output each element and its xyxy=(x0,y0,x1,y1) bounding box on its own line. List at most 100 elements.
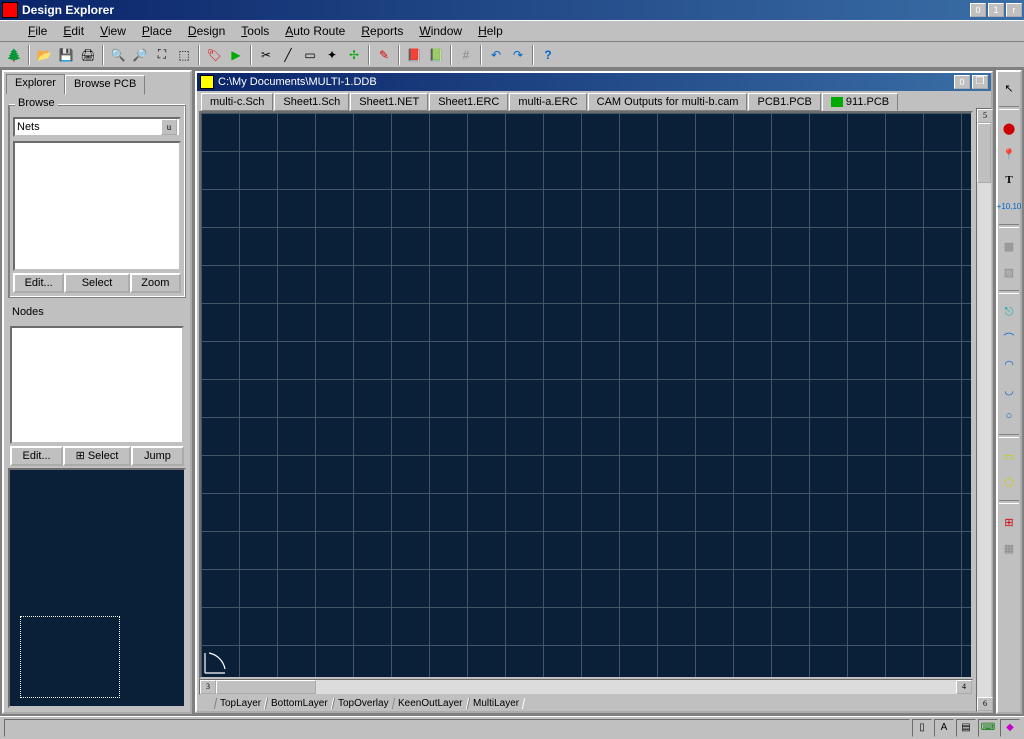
menu-window[interactable]: Window xyxy=(411,22,470,40)
toolbar-separator xyxy=(398,45,400,65)
scroll-left-icon[interactable]: 3 xyxy=(200,680,216,694)
menu-tools[interactable]: Tools xyxy=(233,22,277,40)
jump-button[interactable]: Jump xyxy=(131,446,184,466)
arc-edge-tool-icon[interactable]: ◠ xyxy=(999,354,1019,374)
menu-view[interactable]: View xyxy=(92,22,134,40)
zoom-area-icon[interactable]: ⬚ xyxy=(174,45,194,65)
rectangle-tool-icon[interactable]: ▭ xyxy=(999,446,1019,466)
edit2-button[interactable]: Edit... xyxy=(10,446,63,466)
v-scroll-track[interactable] xyxy=(977,123,991,697)
toolbar-separator xyxy=(198,45,200,65)
tab-sheet1-net[interactable]: Sheet1.NET xyxy=(350,93,428,111)
dropdown-arrow-icon[interactable] xyxy=(161,119,177,135)
tab-multi-a-erc[interactable]: multi-a.ERC xyxy=(509,93,586,111)
save-icon[interactable]: 💾 xyxy=(56,45,76,65)
room-tool-icon[interactable]: ▦ xyxy=(999,538,1019,558)
v-scroll-thumb[interactable] xyxy=(977,123,991,183)
scroll-right-icon[interactable]: 4 xyxy=(956,680,972,694)
status-cell-1[interactable]: ▯ xyxy=(912,719,932,737)
deselect-icon[interactable]: ✦ xyxy=(322,45,342,65)
layer-top[interactable]: TopLayer xyxy=(214,698,267,709)
menu-help[interactable]: Help xyxy=(470,22,511,40)
layer-topoverlay[interactable]: TopOverlay xyxy=(332,698,395,709)
undo-icon[interactable]: ↶ xyxy=(486,45,506,65)
array-tool-icon[interactable]: ⊞ xyxy=(999,512,1019,532)
print-icon[interactable]: 🖨 xyxy=(78,45,98,65)
move-icon[interactable]: ✢ xyxy=(344,45,364,65)
menu-reports[interactable]: Reports xyxy=(353,22,411,40)
nodes-listbox[interactable] xyxy=(10,326,184,444)
tab-911-pcb[interactable]: 911.PCB xyxy=(822,93,898,111)
book1-icon[interactable]: 📕 xyxy=(404,45,424,65)
menu-autoroute[interactable]: Auto Route xyxy=(277,22,353,40)
h-scroll-track[interactable] xyxy=(216,680,956,694)
polygon-tool-icon[interactable]: ⬠ xyxy=(999,472,1019,492)
layer-bottom[interactable]: BottomLayer xyxy=(265,698,334,709)
status-cell-5[interactable]: ◆ xyxy=(1000,719,1020,737)
arc-center-tool-icon[interactable]: ⌒ xyxy=(999,328,1019,348)
text-tool-icon[interactable]: T xyxy=(999,170,1019,190)
tab-multi-c[interactable]: multi-c.Sch xyxy=(201,93,273,111)
h-scrollbar[interactable]: 3 4 xyxy=(199,679,973,695)
tab-sheet1-sch[interactable]: Sheet1.Sch xyxy=(274,93,349,111)
doc-restore-button[interactable]: ❐ xyxy=(972,75,988,89)
minimize-button[interactable] xyxy=(970,3,986,17)
open-icon[interactable]: 📂 xyxy=(34,45,54,65)
dimension-tool-icon[interactable]: +10,10 xyxy=(999,196,1019,216)
cursor-tool-icon[interactable]: ↖ xyxy=(999,78,1019,98)
pad-tool-icon[interactable]: 📍 xyxy=(999,144,1019,164)
nets-listbox[interactable] xyxy=(13,141,181,271)
scroll-down-icon[interactable]: 6 xyxy=(977,697,993,711)
tree-icon[interactable]: 🌲 xyxy=(4,45,24,65)
minimap[interactable] xyxy=(8,468,186,708)
grid-icon[interactable]: # xyxy=(456,45,476,65)
status-cell-3[interactable]: ▤ xyxy=(956,719,976,737)
browse-type-select[interactable]: Nets xyxy=(13,117,181,137)
scroll-up-icon[interactable]: 5 xyxy=(977,109,993,123)
menu-edit[interactable]: Edit xyxy=(55,22,92,40)
close-button[interactable] xyxy=(1006,3,1022,17)
doc-minimize-button[interactable] xyxy=(954,75,970,89)
menu-place[interactable]: Place xyxy=(134,22,180,40)
zoom-button[interactable]: Zoom xyxy=(130,273,181,293)
drc-icon[interactable]: ✎ xyxy=(374,45,394,65)
toolbar-separator xyxy=(480,45,482,65)
h-scroll-thumb[interactable] xyxy=(216,680,316,694)
select2-button[interactable]: ⊞ Select xyxy=(63,446,131,466)
layer-multi[interactable]: MultiLayer xyxy=(467,698,525,709)
layer-keepout[interactable]: KeenOutLayer xyxy=(392,698,469,709)
full-circle-tool-icon[interactable]: ○ xyxy=(999,406,1019,426)
zoom-out-icon[interactable]: 🔎 xyxy=(130,45,150,65)
via-tool-icon[interactable]: ⬤ xyxy=(999,118,1019,138)
maximize-button[interactable] xyxy=(988,3,1004,17)
select-button[interactable]: Select xyxy=(64,273,129,293)
tab-sheet1-erc[interactable]: Sheet1.ERC xyxy=(429,93,508,111)
pcb-canvas[interactable] xyxy=(201,113,971,677)
browse-group-label: Browse xyxy=(15,97,58,109)
arc-any-tool-icon[interactable]: ◡ xyxy=(999,380,1019,400)
menu-file[interactable]: File xyxy=(20,22,55,40)
tab-browse-pcb[interactable]: Browse PCB xyxy=(65,75,145,95)
cut-icon[interactable]: ✂ xyxy=(256,45,276,65)
doc-title-bar[interactable]: C:\My Documents\MULTI-1.DDB ❐ xyxy=(197,73,991,91)
line-icon[interactable]: ╱ xyxy=(278,45,298,65)
tab-cam-outputs[interactable]: CAM Outputs for multi-b.cam xyxy=(588,93,748,111)
zoom-fit-icon[interactable]: ⛶ xyxy=(152,45,172,65)
book2-icon[interactable]: 📗 xyxy=(426,45,446,65)
run-icon[interactable]: ▶ xyxy=(226,45,246,65)
edit-button[interactable]: Edit... xyxy=(13,273,64,293)
help-icon[interactable]: ? xyxy=(538,45,558,65)
tab-explorer[interactable]: Explorer xyxy=(6,74,65,94)
menu-design[interactable]: Design xyxy=(180,22,233,40)
v-scrollbar[interactable]: 5 6 xyxy=(976,108,992,712)
track-tool-icon[interactable]: ⎋ xyxy=(999,302,1019,322)
component-icon[interactable]: 🏷 xyxy=(204,45,224,65)
redo-icon[interactable]: ↷ xyxy=(508,45,528,65)
status-cell-4[interactable]: ⌨ xyxy=(978,719,998,737)
tab-pcb1[interactable]: PCB1.PCB xyxy=(748,93,820,111)
status-cell-2[interactable]: A xyxy=(934,719,954,737)
region-tool-icon[interactable]: ▨ xyxy=(999,262,1019,282)
fill-tool-icon[interactable]: ▩ xyxy=(999,236,1019,256)
select-icon[interactable]: ▭ xyxy=(300,45,320,65)
zoom-in-icon[interactable]: 🔍 xyxy=(108,45,128,65)
